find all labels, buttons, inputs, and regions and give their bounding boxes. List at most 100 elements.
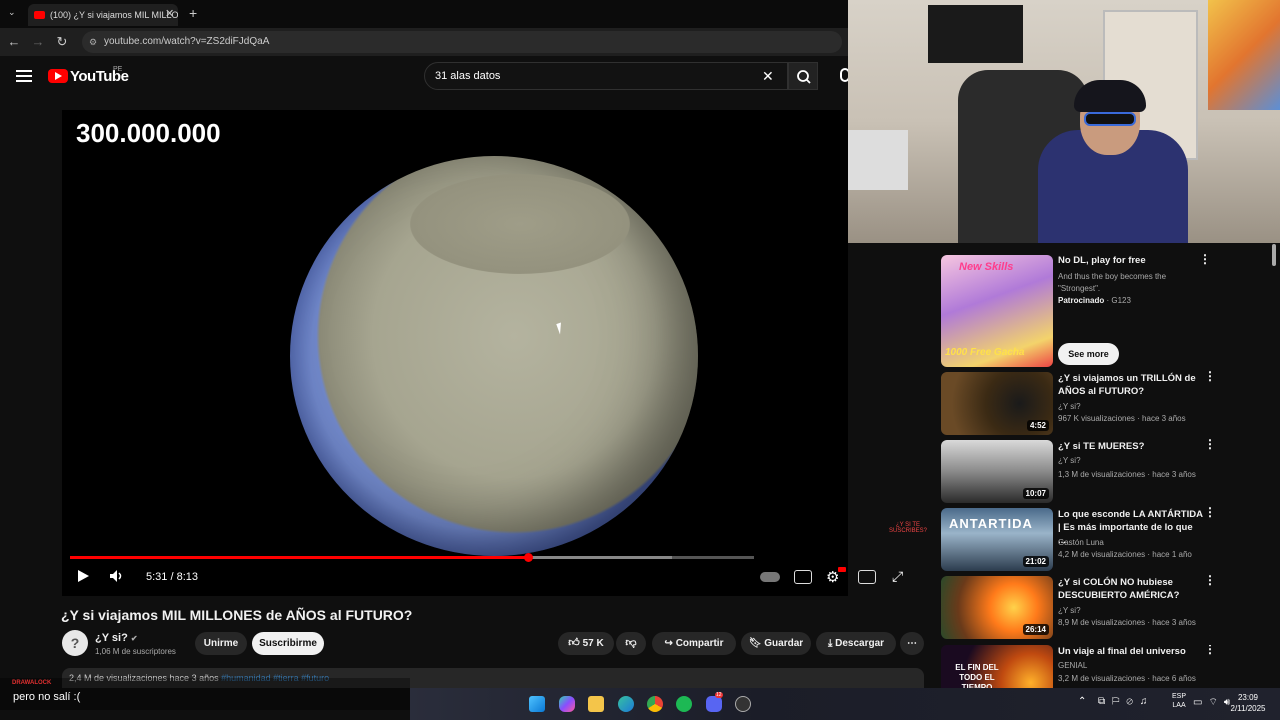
share-label: Compartir [675, 638, 724, 649]
video-title[interactable]: ¿Y si viajamos un TRILLÓN de AÑOS al FUT… [1058, 372, 1203, 398]
ad-thumb-badge: 1000 Free Gacha [945, 347, 1025, 358]
tab-close-icon[interactable]: ✕ [165, 7, 174, 20]
ad-thumbnail[interactable]: New Skills 1000 Free Gacha [941, 255, 1053, 367]
discord-badge: 12 [715, 692, 723, 698]
video-thumbnail[interactable]: 10:07 [941, 440, 1053, 503]
clear-search-icon[interactable]: ✕ [762, 68, 774, 85]
browser-tab[interactable]: (100) ¿Y si viajamos MIL MILLO [28, 4, 178, 26]
video-thumbnail[interactable]: ANTARTIDA 21:02 [941, 508, 1053, 571]
video-thumbnail[interactable]: EL FIN DEL TODO EL TIEMPO [941, 645, 1053, 688]
autoplay-toggle[interactable] [760, 572, 780, 582]
play-icon[interactable] [76, 569, 90, 586]
planet-earth-image [290, 156, 698, 556]
video-title[interactable]: ¿Y si COLÓN NO hubiese DESCUBIERTO AMÉRI… [1058, 576, 1203, 602]
channel-name[interactable]: Gastón Luna [1058, 538, 1104, 547]
spotify-icon[interactable] [676, 696, 692, 712]
download-icon: ⤓ [827, 638, 833, 649]
start-icon[interactable] [529, 696, 545, 712]
search-icon [797, 70, 811, 84]
channel-name[interactable]: ¿Y si? ✔ [95, 632, 138, 644]
url-field[interactable]: ⚙ youtube.com/watch?v=ZS2diFJdQaA [82, 31, 842, 53]
list-item[interactable]: 26:14 ¿Y si COLÓN NO hubiese DESCUBIERTO… [941, 574, 1241, 639]
sidebar-scrollbar[interactable] [1272, 244, 1276, 266]
language-indicator[interactable]: ESP LAA [1172, 692, 1186, 710]
webcam-person-glasses [1084, 112, 1136, 126]
more-options-icon[interactable]: ⋮ [1204, 574, 1216, 590]
obs-icon[interactable] [735, 696, 751, 712]
video-thumbnail[interactable]: 4:52 [941, 372, 1053, 435]
discord-icon[interactable]: 12 [706, 692, 723, 712]
list-item[interactable]: 4:52 ¿Y si viajamos un TRILLÓN de AÑOS a… [941, 370, 1241, 435]
ad-card[interactable]: New Skills 1000 Free Gacha No DL, play f… [941, 253, 1241, 367]
file-explorer-icon[interactable] [588, 696, 604, 712]
tab-menu-chevron-icon[interactable]: ⌄ [8, 7, 16, 18]
video-thumbnail[interactable]: 26:14 [941, 576, 1053, 639]
video-duration: 10:07 [1022, 488, 1049, 499]
address-bar-row: ← → ↻ ⚙ youtube.com/watch?v=ZS2diFJdQaA [0, 28, 850, 56]
more-actions-button[interactable]: ⋯ [900, 632, 924, 655]
more-options-icon[interactable]: ⋮ [1204, 645, 1216, 659]
progress-bar-fill [70, 556, 529, 559]
theater-mode-icon[interactable] [858, 570, 876, 584]
new-tab-icon[interactable]: + [189, 5, 197, 21]
video-meta: 8,9 M de visualizaciones · hace 3 años [1058, 618, 1196, 627]
edge-icon[interactable] [618, 696, 634, 712]
ad-title[interactable]: No DL, play for free [1058, 255, 1146, 266]
channel-avatar[interactable]: ? [62, 630, 88, 656]
like-button[interactable]: 👍︎ 57 K [558, 632, 614, 655]
reload-icon[interactable]: ↻ [54, 34, 70, 50]
search-button[interactable] [788, 62, 818, 90]
chat-username: DRAWALOCK [12, 680, 52, 686]
list-item[interactable]: 10:07 ¿Y si TE MUERES? ¿Y si? 1,3 M de v… [941, 438, 1241, 503]
dislike-button[interactable]: 👎︎ [616, 632, 646, 655]
channel-name[interactable]: ¿Y si? [1058, 456, 1081, 465]
tray-chevron-icon[interactable]: ⌃ [1078, 696, 1086, 707]
ad-more-icon[interactable]: ⋮ [1199, 253, 1211, 269]
copilot-icon[interactable] [559, 696, 575, 712]
search-input[interactable]: 31 alas datos [424, 62, 788, 90]
forward-icon[interactable]: → [30, 34, 46, 50]
like-count: 57 K [582, 638, 604, 649]
tray-icons[interactable]: ⧉⚐⊘♫ [1098, 696, 1154, 707]
chat-message: pero no salí :( [13, 691, 81, 703]
download-button[interactable]: ⤓ Descargar [816, 632, 896, 655]
site-info-icon[interactable]: ⚙ [89, 31, 97, 53]
back-icon[interactable]: ← [6, 34, 22, 50]
subscribe-button[interactable]: Suscribirme [252, 632, 324, 655]
chrome-icon[interactable] [647, 696, 663, 712]
list-item[interactable]: ANTARTIDA 21:02 Lo que esconde LA ANTÁRT… [941, 506, 1241, 571]
verified-icon: ✔ [130, 634, 138, 643]
share-icon: ↪ [664, 638, 673, 649]
channel-name[interactable]: GENIAL [1058, 661, 1087, 670]
see-more-button[interactable]: See more [1058, 343, 1119, 365]
subtitles-icon[interactable] [794, 570, 812, 584]
save-label: Guardar [764, 638, 804, 649]
channel-watermark[interactable]: ¿Y SI TE SUSCRIBES? [888, 522, 928, 534]
channel-name[interactable]: ¿Y si? [1058, 606, 1081, 615]
join-button[interactable]: Unirme [195, 632, 247, 655]
youtube-header: YouTube PE 31 alas datos ✕ [0, 56, 850, 98]
more-options-icon[interactable]: ⋮ [1204, 370, 1216, 386]
video-meta: 4,2 M de visualizaciones · hace 1 año [1058, 550, 1192, 559]
save-button[interactable]: 🔖︎ Guardar [741, 632, 811, 655]
fullscreen-icon[interactable]: ⤢ [892, 568, 903, 585]
tab-title: (100) ¿Y si viajamos MIL MILLO [50, 10, 178, 20]
progress-scrubber[interactable] [524, 553, 534, 562]
share-button[interactable]: ↪ Compartir [652, 632, 736, 655]
ad-thumb-title: New Skills [959, 261, 1014, 273]
menu-icon[interactable] [16, 70, 32, 82]
video-title[interactable]: ¿Y si TE MUERES? [1058, 440, 1203, 453]
more-options-icon[interactable]: ⋮ [1204, 438, 1216, 454]
volume-icon[interactable] [109, 569, 125, 586]
more-options-icon[interactable]: ⋮ [1204, 506, 1216, 522]
video-meta: 967 K visualizaciones · hace 3 años [1058, 414, 1186, 423]
video-title[interactable]: Un viaje al final del universo [1058, 645, 1203, 658]
list-item[interactable]: EL FIN DEL TODO EL TIEMPO Un viaje al fi… [941, 645, 1241, 688]
thumbs-up-icon: 👍︎ [568, 637, 580, 649]
video-duration: 26:14 [1022, 624, 1049, 635]
video-player[interactable]: 300.000.000 ¿Y SI TE SUSCRIBES? 5:31 / 8… [62, 110, 927, 596]
youtube-logo-icon[interactable] [48, 69, 68, 83]
channel-name[interactable]: ¿Y si? [1058, 402, 1081, 411]
clock[interactable]: 23:09 2/11/2025 [1218, 692, 1278, 714]
ad-description: And thus the boy becomes the "Strongest"… [1058, 272, 1167, 293]
